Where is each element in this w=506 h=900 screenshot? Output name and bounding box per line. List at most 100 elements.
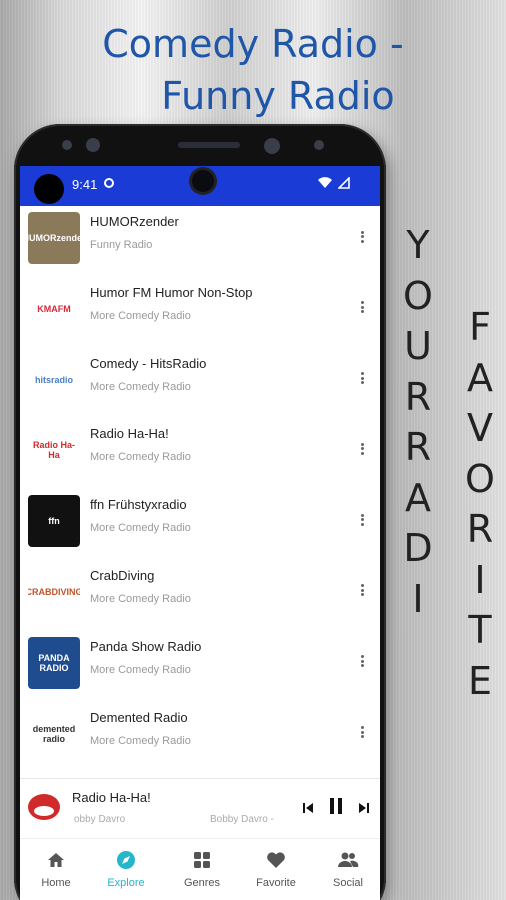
side-letter: R — [466, 507, 494, 551]
camera-cutout — [34, 174, 64, 204]
station-title: Comedy - HitsRadio — [90, 355, 207, 371]
side-letter: A — [405, 475, 431, 520]
nav-item-favorite[interactable]: Favorite — [246, 849, 306, 889]
list-item[interactable]: hitsradio Comedy - HitsRadio More Comedy… — [20, 334, 380, 406]
list-item[interactable]: HUMORzender HUMORzender Funny Radio — [20, 206, 380, 264]
more-vert-icon[interactable] — [356, 229, 368, 247]
list-item[interactable]: demented radio Demented Radio More Comed… — [20, 688, 380, 760]
station-logo: HUMORzender — [28, 212, 80, 264]
sync-icon — [104, 178, 114, 188]
station-subtitle: More Comedy Radio — [90, 734, 191, 747]
more-vert-icon[interactable] — [356, 300, 368, 318]
front-camera — [192, 170, 214, 192]
status-bar: 9:41 — [20, 166, 380, 206]
app-screen: 9:41 HUMORzender HUMORzender Funny Radio… — [20, 166, 380, 900]
more-vert-icon[interactable] — [356, 725, 368, 743]
status-time: 9:41 — [72, 177, 98, 192]
station-title: Demented Radio — [90, 709, 188, 725]
side-text-favorite: F A V O R I T E — [458, 302, 502, 706]
station-subtitle: More Comedy Radio — [90, 309, 191, 322]
side-letter: E — [467, 658, 492, 703]
side-letter: V — [467, 406, 493, 450]
side-letter: O — [465, 456, 495, 501]
nav-label: Explore — [107, 877, 145, 889]
nav-item-genres[interactable]: Genres — [172, 849, 232, 889]
bottom-nav: Home Explore Genres Favorite Social — [20, 838, 380, 900]
station-logo-text: HUMORzender — [28, 233, 80, 243]
home-icon — [26, 849, 86, 871]
more-vert-icon[interactable] — [356, 512, 368, 530]
station-subtitle: Funny Radio — [90, 239, 153, 251]
side-letter: I — [474, 557, 486, 602]
phone-sensor — [264, 138, 280, 154]
pause-icon[interactable] — [328, 797, 344, 818]
side-letter: F — [469, 305, 491, 349]
station-logo: Radio Ha-Ha — [28, 424, 80, 477]
heart-icon — [246, 849, 306, 871]
list-item[interactable]: Radio Ha-Ha Radio Ha-Ha! More Comedy Rad… — [20, 404, 380, 477]
station-logo-text: ffn — [48, 516, 60, 527]
player-subtitle-scroll: Bobby Davro - — [210, 814, 274, 825]
headline: Comedy Radio - Funny Radio — [0, 18, 506, 122]
list-item[interactable]: ffn ffn Frühstyxradio More Comedy Radio — [20, 475, 380, 548]
headline-line1: Comedy Radio - — [102, 22, 404, 66]
compass-icon — [96, 849, 156, 871]
side-letter: T — [468, 608, 492, 652]
side-letter: A — [467, 355, 493, 400]
previous-icon[interactable] — [302, 801, 314, 817]
more-vert-icon[interactable] — [356, 441, 368, 459]
station-logo: KMAFM — [28, 282, 80, 335]
phone-sensor — [86, 138, 100, 152]
station-title: Radio Ha-Ha! — [90, 426, 169, 442]
side-letter: I — [412, 576, 424, 621]
station-logo: ffn — [28, 495, 80, 548]
station-title: ffn Frühstyxradio — [90, 497, 187, 513]
nav-label: Home — [41, 877, 71, 889]
station-list[interactable]: HUMORzender HUMORzender Funny Radio KMAF… — [20, 206, 380, 778]
station-title: Humor FM Humor Non-Stop — [90, 284, 253, 300]
station-logo-text: hitsradio — [34, 374, 73, 385]
signal-icon — [337, 176, 350, 192]
station-subtitle: More Comedy Radio — [90, 451, 191, 464]
station-logo-text: Radio Ha-Ha — [32, 440, 75, 461]
list-item[interactable]: KMAFM Humor FM Humor Non-Stop More Comed… — [20, 263, 380, 335]
station-title: Panda Show Radio — [90, 638, 202, 654]
more-vert-icon[interactable] — [356, 654, 368, 672]
station-logo-text: CRABDIVING — [28, 586, 80, 597]
more-vert-icon[interactable] — [356, 583, 368, 601]
next-icon[interactable] — [358, 801, 370, 817]
station-logo: demented radio — [28, 707, 80, 760]
side-letter: R — [404, 374, 432, 419]
list-item[interactable]: PANDA RADIO Panda Show Radio More Comedy… — [20, 617, 380, 689]
side-text-your-radio: Y O U R R A D I — [398, 220, 438, 624]
nav-label: Social — [333, 877, 363, 889]
station-subtitle: More Comedy Radio — [90, 380, 191, 393]
phone-sensor — [314, 140, 324, 150]
station-logo: CRABDIVING — [28, 565, 80, 618]
side-letter: R — [404, 425, 432, 469]
nav-item-home[interactable]: Home — [26, 849, 86, 889]
people-icon — [318, 849, 378, 871]
nav-item-social[interactable]: Social — [318, 849, 378, 889]
station-title: CrabDiving — [90, 567, 155, 583]
station-subtitle: More Comedy Radio — [90, 663, 191, 676]
nav-label: Favorite — [256, 877, 296, 889]
more-vert-icon[interactable] — [356, 371, 368, 389]
player-station-logo — [26, 789, 62, 825]
list-item[interactable]: CRABDIVING CrabDiving More Comedy Radio — [20, 546, 380, 618]
station-title: HUMORzender — [90, 214, 179, 229]
station-subtitle: More Comedy Radio — [90, 522, 191, 535]
mini-player[interactable]: Radio Ha-Ha! obby Davro Bobby Davro - — [20, 778, 380, 838]
side-letter: O — [403, 273, 433, 318]
nav-label: Genres — [183, 877, 221, 889]
phone-speaker — [178, 142, 240, 148]
player-title: Radio Ha-Ha! — [72, 790, 151, 805]
station-logo: PANDA RADIO — [28, 636, 80, 689]
station-logo-text: demented radio — [32, 723, 76, 744]
nav-item-explore[interactable]: Explore — [96, 849, 156, 889]
station-logo-text: PANDA RADIO — [38, 652, 70, 673]
side-letter: Y — [406, 223, 430, 267]
grid-icon — [172, 849, 232, 871]
headline-line2: Funny Radio — [161, 74, 395, 118]
player-subtitle: obby Davro — [74, 814, 126, 825]
